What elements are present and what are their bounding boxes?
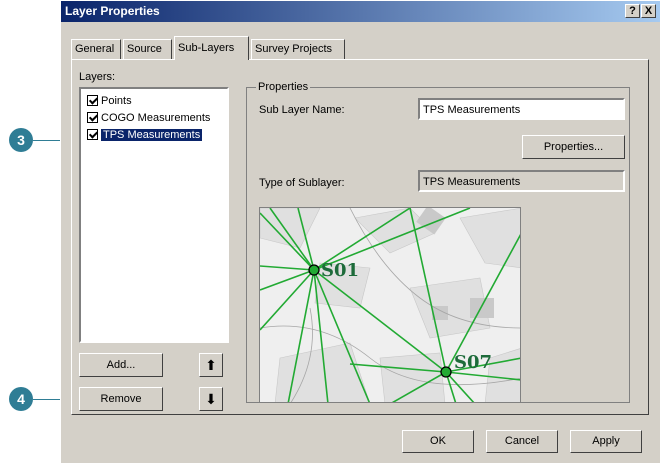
callout-3: 3	[9, 128, 33, 152]
type-of-sublayer-label: Type of Sublayer:	[259, 177, 345, 189]
layers-label: Layers:	[79, 71, 116, 83]
help-button[interactable]: ?	[625, 4, 640, 18]
layer-properties-window: Layer Properties ? X General Source Sub-…	[60, 0, 660, 463]
close-button[interactable]: X	[641, 4, 656, 18]
window-title: Layer Properties	[65, 4, 160, 18]
list-item-points[interactable]: Points	[87, 94, 132, 108]
move-up-button[interactable]: ⬆	[199, 353, 223, 377]
properties-group-label: Properties	[256, 81, 311, 93]
title-bar: Layer Properties ? X	[61, 1, 660, 22]
tab-source[interactable]: Source	[123, 39, 172, 59]
remove-button[interactable]: Remove	[79, 387, 163, 411]
list-item-cogo[interactable]: COGO Measurements	[87, 111, 210, 125]
sub-layer-name-input[interactable]: TPS Measurements	[418, 98, 625, 120]
point-s07	[440, 366, 452, 378]
add-button[interactable]: Add...	[79, 353, 163, 377]
move-down-button[interactable]: ⬇	[199, 387, 223, 411]
tps-checkbox[interactable]	[87, 129, 98, 140]
list-item-label: Points	[101, 95, 132, 107]
point-s01	[308, 264, 320, 276]
callout-4: 4	[9, 387, 33, 411]
cancel-button[interactable]: Cancel	[486, 430, 558, 453]
type-of-sublayer-field: TPS Measurements	[418, 170, 625, 192]
apply-button[interactable]: Apply	[570, 430, 642, 453]
list-item-label: COGO Measurements	[101, 112, 211, 124]
list-item-label-selected: TPS Measurements	[101, 129, 203, 141]
sub-layer-name-label: Sub Layer Name:	[259, 104, 345, 116]
label-s07: S07	[454, 352, 492, 373]
tab-sub-layers[interactable]: Sub-Layers	[174, 36, 249, 60]
tab-survey-projects[interactable]: Survey Projects	[251, 39, 345, 59]
cogo-checkbox[interactable]	[87, 112, 98, 123]
list-item-tps[interactable]: TPS Measurements	[87, 128, 203, 142]
points-checkbox[interactable]	[87, 95, 98, 106]
properties-button[interactable]: Properties...	[522, 135, 625, 159]
label-s01: S01	[321, 260, 359, 281]
tab-general[interactable]: General	[71, 39, 121, 59]
map-preview: S01 S07	[259, 207, 521, 403]
map-preview-svg: S01 S07	[260, 208, 520, 402]
ok-button[interactable]: OK	[402, 430, 474, 453]
layers-list[interactable]: Points COGO Measurements TPS Measurement…	[79, 87, 229, 343]
